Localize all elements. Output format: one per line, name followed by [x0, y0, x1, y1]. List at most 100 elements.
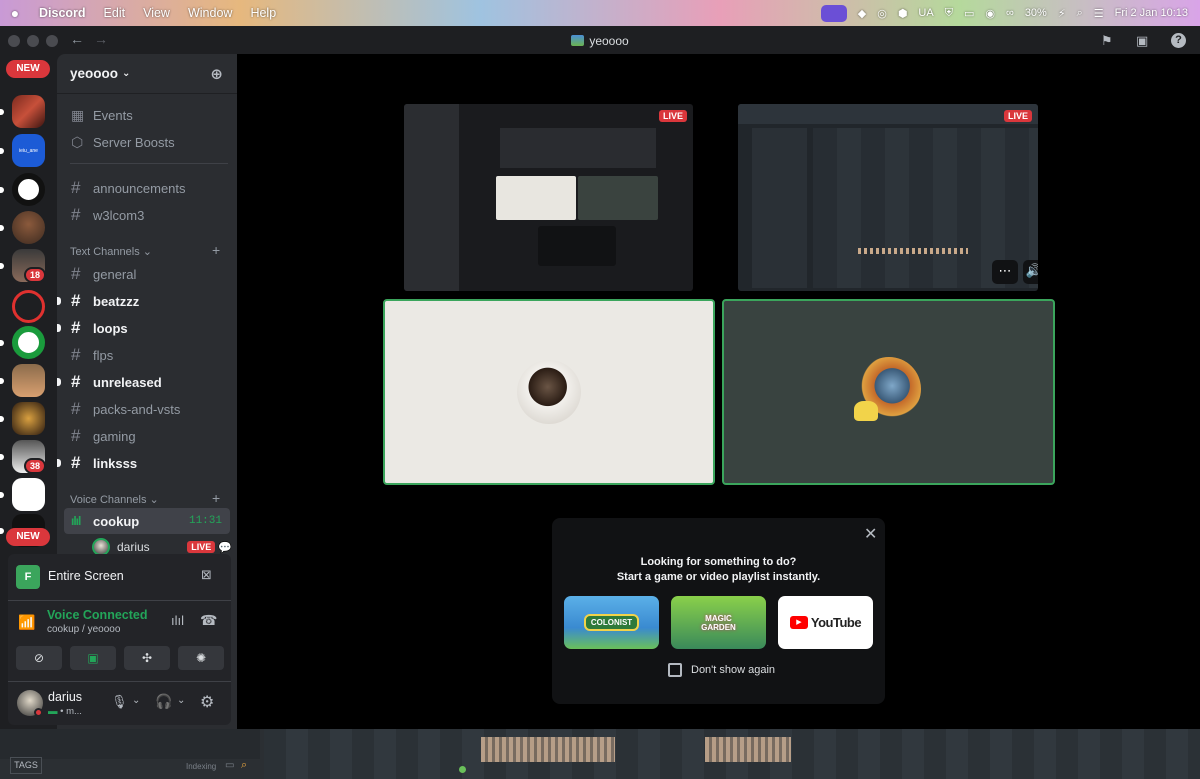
server-unread-indicator [0, 340, 4, 346]
noise-suppression-icon[interactable]: ılıl [171, 613, 184, 628]
stream-more-button[interactable]: ⋯ [992, 260, 1018, 284]
help-icon[interactable]: ? [1171, 33, 1186, 48]
soundboard-icon: ✺ [195, 651, 207, 665]
connection-signal-icon: 📶 [18, 614, 36, 630]
channel-unreleased[interactable]: # unreleased [57, 369, 230, 395]
participant-tile-2[interactable] [722, 299, 1055, 485]
microphone-icon[interactable]: 🎙 [111, 694, 128, 710]
create-channel-icon[interactable]: + [212, 242, 220, 258]
chevron-down-icon: ⌄ [142, 246, 152, 258]
activity-label: COLONIST [583, 614, 640, 631]
server-icon-8[interactable] [12, 364, 45, 397]
search-icon[interactable]: ⌕ [1077, 7, 1083, 20]
category-voice-channels[interactable]: Voice Channels ⌄ + [70, 490, 220, 506]
search-icon[interactable]: ⌕ [241, 759, 247, 772]
server-icon-4[interactable] [12, 211, 45, 244]
stream-volume-button[interactable]: 🔊 [1023, 260, 1038, 284]
battery-percent[interactable]: 30% [1025, 7, 1047, 19]
gear-icon[interactable]: ⚙ [200, 692, 214, 712]
channel-announcements[interactable]: # announcements [64, 175, 230, 201]
toggle-camera-button[interactable]: ⊘ [16, 646, 62, 670]
invite-people-icon[interactable]: ⊕ [210, 65, 223, 83]
server-icon-2[interactable]: ieiu_ane [12, 134, 45, 167]
server-icon-7[interactable] [12, 326, 45, 359]
close-icon[interactable]: ✕ [864, 524, 877, 544]
chevron-down-icon[interactable]: ⌄ [177, 695, 185, 706]
input-source[interactable]: UA [918, 7, 933, 19]
category-text-channels[interactable]: Text Channels ⌄ + [70, 242, 220, 258]
participant-tile-darius[interactable] [383, 299, 715, 485]
menu-edit[interactable]: Edit [95, 6, 135, 20]
channel-linksss[interactable]: # linksss [57, 450, 230, 476]
disconnect-icon[interactable]: ☎ [200, 612, 217, 629]
menu-view[interactable]: View [134, 6, 179, 20]
create-voice-channel-icon[interactable]: + [212, 490, 220, 506]
channel-gaming[interactable]: # gaming [64, 423, 230, 449]
menu-window[interactable]: Window [179, 6, 241, 20]
server-icon-6[interactable] [12, 290, 45, 323]
clock-widget-icon[interactable]: ◉ [985, 7, 995, 20]
channel-beatzzz[interactable]: # beatzzz [57, 288, 230, 314]
stream-tile-screen-2[interactable]: LIVE ⋯ 🔊 [738, 104, 1038, 291]
activity-youtube[interactable]: ▶ YouTube [778, 596, 873, 649]
link-icon[interactable]: ∞ [1006, 7, 1014, 19]
server-icon-3[interactable] [12, 173, 45, 206]
channel-w3lcom3[interactable]: # w3lcom3 [64, 202, 230, 228]
chevron-down-icon[interactable]: ⌄ [132, 695, 140, 706]
channel-general[interactable]: # general [64, 261, 230, 287]
screen-share-status-icon[interactable] [820, 4, 847, 22]
activity-colonist[interactable]: COLONIST [564, 596, 659, 649]
sidebar-item-server-boosts[interactable]: ⬡ Server Boosts [64, 129, 230, 155]
activities-button[interactable]: ✣ [124, 646, 170, 670]
user-status-text[interactable]: ▬ • m... [48, 706, 82, 717]
folder-icon[interactable]: ▭ [225, 760, 234, 771]
voice-status[interactable]: Voice Connected [47, 608, 147, 622]
stream-tile-screen-1[interactable]: LIVE [404, 104, 693, 291]
youtube-play-icon: ▶ [789, 616, 808, 629]
status-icon-3[interactable]: ⬢ [898, 7, 908, 20]
apple-menu-icon[interactable]: ● [0, 5, 30, 21]
user-name[interactable]: darius [48, 690, 82, 704]
discord-window: ←→ yeoooo ⚑ ▣ ? NEW ieiu_ane 18 38 NEW [0, 26, 1200, 729]
unread-indicator [57, 459, 61, 467]
shield-icon[interactable]: ⛨ [945, 7, 953, 20]
headphones-icon[interactable]: 🎧 [155, 693, 172, 710]
dont-show-again-label[interactable]: Don't show again [691, 664, 775, 676]
boost-icon: ⬡ [71, 133, 84, 150]
divider [70, 163, 228, 164]
server-icon-1[interactable] [12, 95, 45, 128]
activity-magic-garden[interactable]: MAGIC GARDEN [671, 596, 766, 649]
server-icon-9[interactable] [12, 402, 45, 435]
sidebar-item-label: Events [93, 107, 133, 123]
stop-streaming-icon[interactable]: ⊠ [201, 567, 212, 583]
menubar-datetime[interactable]: Fri 2 Jan 10:13 [1115, 7, 1188, 19]
channel-loops[interactable]: # loops [57, 315, 230, 341]
status-icon-1[interactable]: ◆ [858, 7, 866, 20]
new-unreads-pill-bottom[interactable]: NEW [6, 528, 50, 546]
server-header[interactable]: yeoooo ⌄ ⊕ [57, 54, 237, 94]
channel-flps[interactable]: # flps [64, 342, 230, 368]
speaker-icon: 🔊 [1025, 263, 1038, 278]
channel-packs-and-vsts[interactable]: # packs-and-vsts [64, 396, 230, 422]
inbox-icon[interactable]: ▣ [1136, 33, 1148, 49]
hash-icon: # [71, 318, 81, 337]
share-screen-button[interactable]: ▣ [70, 646, 116, 670]
status-icon-2[interactable]: ◎ [877, 7, 887, 20]
app-menu-discord[interactable]: Discord [30, 6, 95, 20]
unread-indicator [57, 324, 61, 332]
flag-icon[interactable]: ⚑ [1101, 33, 1113, 49]
server-icon-11[interactable] [12, 478, 45, 511]
dont-show-again-checkbox[interactable] [668, 663, 682, 677]
voice-channel-cookup[interactable]: ılıl cookup 11:31 [64, 508, 230, 534]
sidebar-item-events[interactable]: ▦ Events [64, 102, 230, 128]
menu-help[interactable]: Help [241, 6, 285, 20]
battery-icon[interactable]: ⚡ [1058, 7, 1066, 20]
control-center-icon[interactable]: ☰ [1094, 7, 1104, 20]
channel-label: loops [93, 320, 128, 336]
tags-button[interactable]: TAGS [10, 757, 42, 774]
display-icon[interactable]: ▭ [964, 7, 974, 20]
daw-browser [752, 128, 807, 288]
voice-location[interactable]: cookup / yeoooo [47, 624, 120, 635]
new-unreads-pill-top[interactable]: NEW [6, 60, 50, 78]
soundboard-button[interactable]: ✺ [178, 646, 224, 670]
